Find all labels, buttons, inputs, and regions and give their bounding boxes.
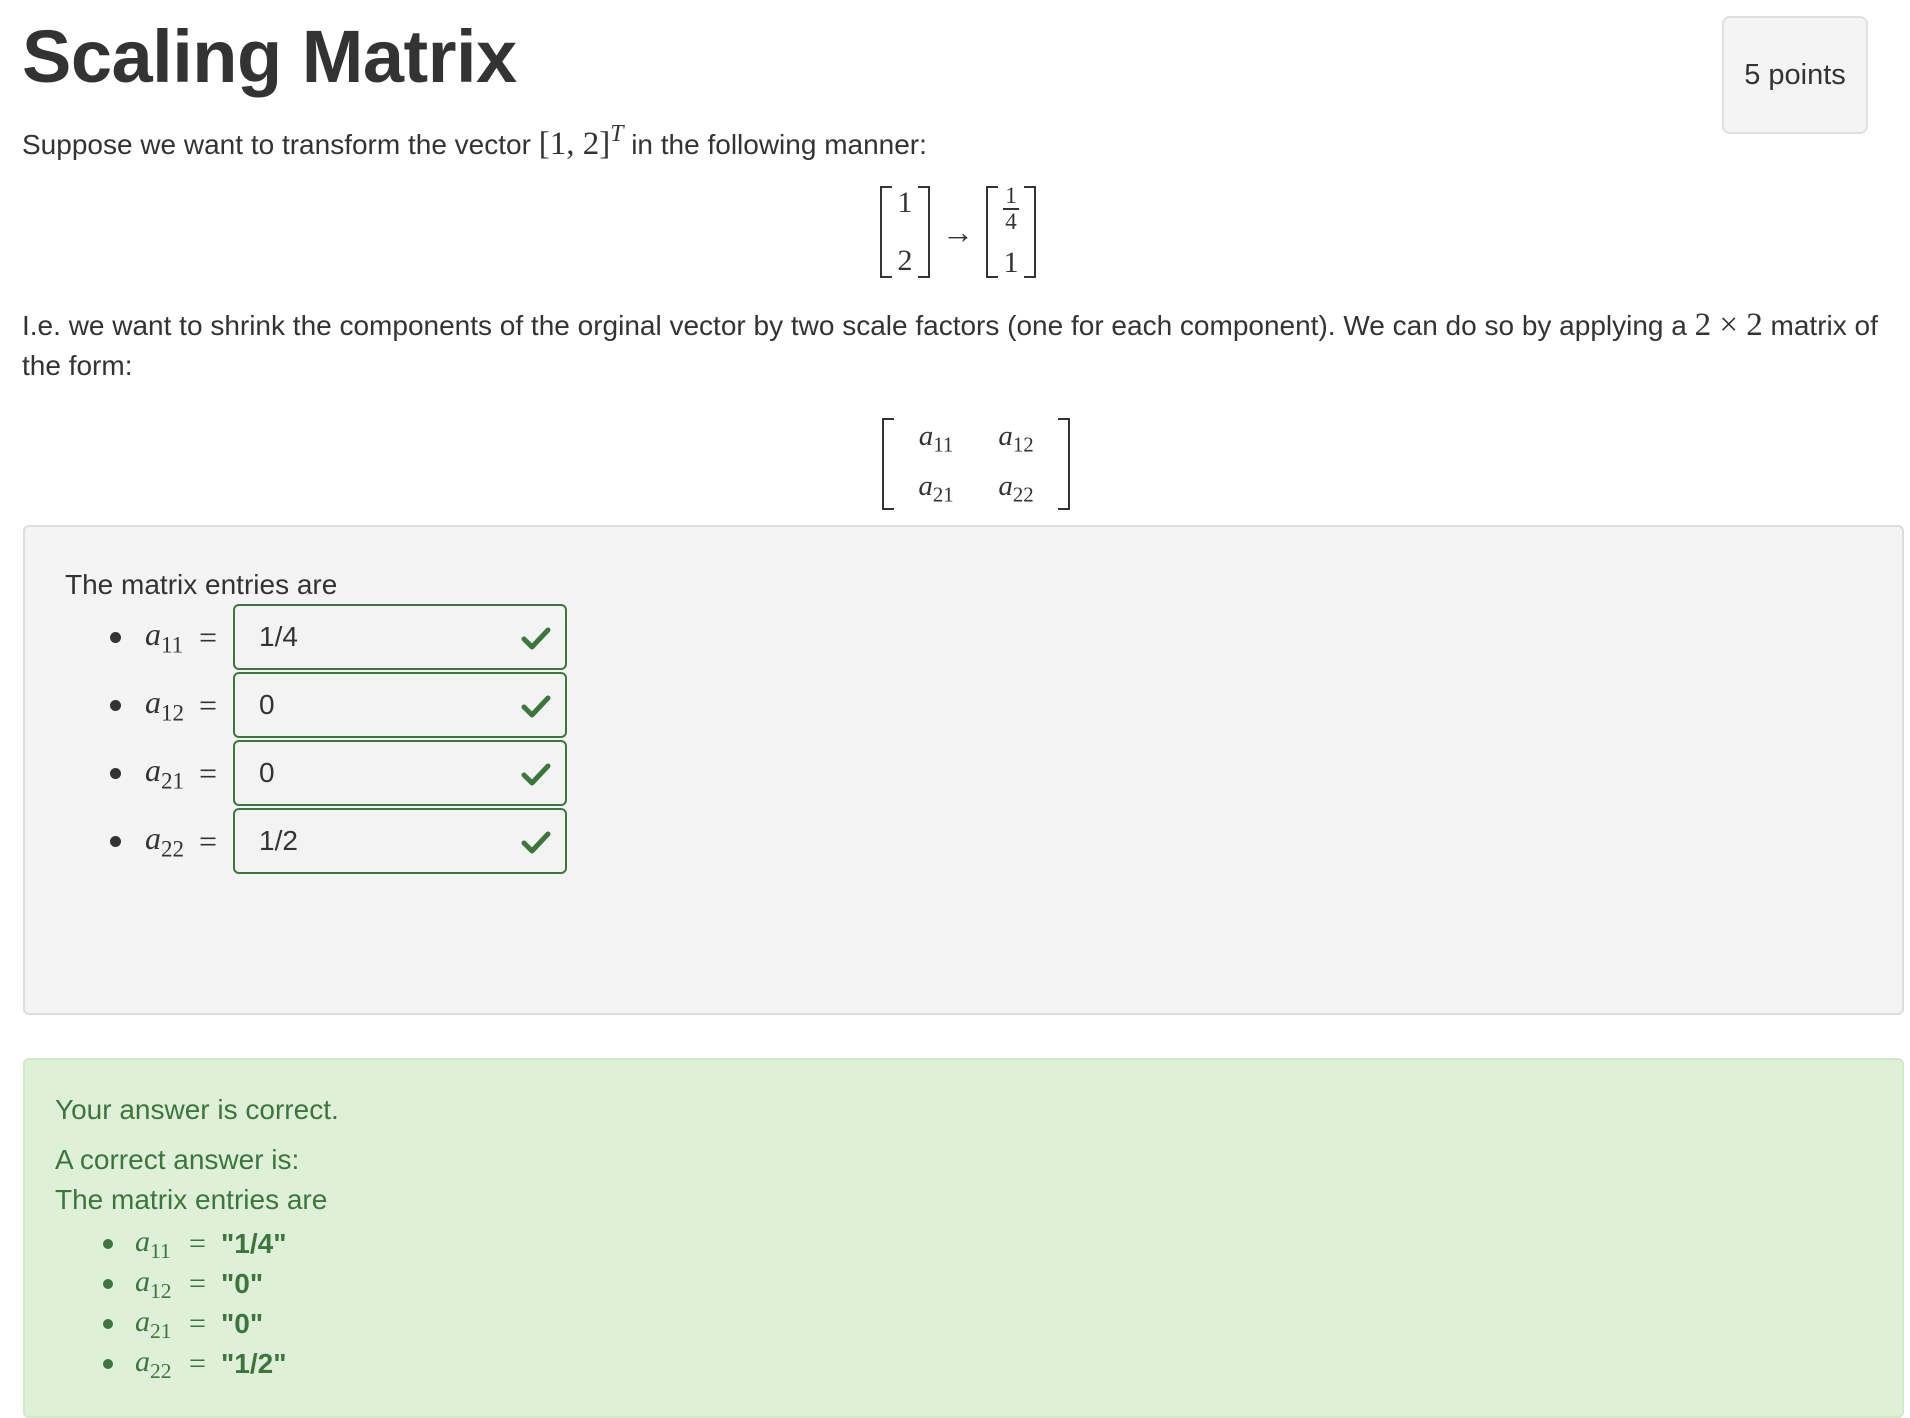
equals-sign: = — [199, 686, 218, 723]
entry-row-a22: a22 = — [110, 807, 567, 875]
equals-sign: = — [199, 618, 218, 655]
matrix-form: a11 a12 a21 a22 — [882, 414, 1070, 514]
matrix-entry-a21: a21 — [918, 470, 954, 507]
answer-input-a22[interactable] — [235, 810, 495, 872]
feedback-panel: Your answer is correct. A correct answer… — [23, 1058, 1904, 1418]
equals-sign: = — [189, 1227, 206, 1260]
check-icon — [521, 695, 551, 718]
equals-sign: = — [189, 1307, 206, 1340]
feedback-value-a22: "1/2" — [221, 1348, 287, 1379]
answer-input-a12[interactable] — [235, 674, 495, 736]
equals-sign: = — [189, 1267, 206, 1300]
feedback-result: Your answer is correct. — [55, 1094, 339, 1125]
bullet — [103, 1319, 113, 1329]
matrix-grid: a11 a12 a21 a22 — [894, 414, 1058, 514]
right-bracket — [918, 186, 930, 278]
transpose-superscript: T — [610, 121, 624, 147]
feedback-row-a12: a12 = "0" — [103, 1264, 263, 1304]
feedback-label-a12: a12 — [135, 1264, 172, 1303]
bullet — [110, 699, 121, 711]
explanation-text-before: I.e. we want to shrink the components of… — [22, 310, 1687, 341]
answer-input-a21[interactable] — [235, 742, 495, 804]
question-intro: The matrix entries are — [65, 569, 338, 600]
target-vector: 1 4 1 — [998, 183, 1024, 279]
bullet — [103, 1359, 113, 1369]
entry-label-a22: a22 — [145, 819, 185, 862]
vector-expression: [1, 2]T — [538, 121, 624, 163]
arrow-icon: → — [942, 213, 974, 250]
feedback-label-a21: a21 — [135, 1304, 172, 1343]
check-icon — [521, 627, 551, 650]
transform-equation: 1 2 → 1 4 1 — [880, 183, 1036, 279]
answer-box-a21 — [233, 740, 567, 806]
matrix-entry-a22: a22 — [998, 470, 1034, 507]
bullet — [110, 835, 121, 847]
source-top: 1 — [897, 186, 913, 219]
source-vector: 1 2 — [892, 188, 918, 276]
question-panel: The matrix entries are a11 = a12 = a21 =… — [23, 525, 1904, 1015]
matrix-size: 2 × 2 — [1694, 307, 1763, 343]
bullet — [103, 1279, 113, 1289]
intro-text-before: Suppose we want to transform the vector — [22, 129, 531, 161]
intro-text-after: in the following manner: — [631, 129, 927, 161]
bullet — [110, 767, 121, 779]
feedback-value-a12: "0" — [221, 1268, 264, 1299]
bullet — [103, 1239, 113, 1249]
right-bracket — [1024, 186, 1036, 278]
feedback-value-a11: "1/4" — [221, 1228, 287, 1259]
entry-row-a21: a21 = — [110, 739, 567, 807]
feedback-row-a11: a11 = "1/4" — [103, 1224, 286, 1264]
entry-row-a11: a11 = — [110, 603, 567, 671]
vector-text: [1, 2] — [538, 126, 611, 163]
feedback-label-a22: a22 — [135, 1344, 172, 1383]
check-icon — [521, 763, 551, 786]
entry-label-a11: a11 — [145, 615, 184, 658]
equals-sign: = — [189, 1347, 206, 1380]
left-bracket — [880, 186, 892, 278]
answer-box-a12 — [233, 672, 567, 738]
explanation-paragraph: I.e. we want to shrink the components of… — [22, 305, 1882, 386]
right-bracket — [1058, 418, 1070, 510]
intro-paragraph: Suppose we want to transform the vector … — [22, 114, 927, 165]
entry-label-a12: a12 — [145, 683, 185, 726]
fraction-one-quarter: 1 4 — [1003, 183, 1019, 234]
check-icon — [521, 831, 551, 854]
matrix-entry-a11: a11 — [918, 420, 954, 457]
source-bottom: 2 — [897, 244, 913, 277]
feedback-row-a21: a21 = "0" — [103, 1304, 263, 1344]
feedback-value-a21: "0" — [221, 1308, 264, 1339]
answer-input-a11[interactable] — [235, 606, 495, 668]
feedback-label-a11: a11 — [135, 1224, 171, 1263]
feedback-row-a22: a22 = "1/2" — [103, 1344, 286, 1384]
page-title: Scaling Matrix — [22, 15, 517, 98]
equals-sign: = — [199, 822, 218, 859]
answer-box-a22 — [233, 808, 567, 874]
correct-answer-label: A correct answer is: — [55, 1144, 300, 1175]
target-bottom: 1 — [1003, 246, 1019, 279]
left-bracket — [986, 186, 998, 278]
fraction-numerator: 1 — [1005, 183, 1017, 208]
points-badge: 5 points — [1722, 16, 1868, 134]
entry-label-a21: a21 — [145, 751, 185, 794]
left-bracket — [882, 418, 894, 510]
matrix-entry-a12: a12 — [998, 420, 1034, 457]
bullet — [110, 631, 121, 643]
feedback-intro: The matrix entries are — [55, 1184, 328, 1215]
entry-row-a12: a12 = — [110, 671, 567, 739]
equals-sign: = — [199, 754, 218, 791]
fraction-denominator: 4 — [1005, 209, 1017, 234]
answer-box-a11 — [233, 604, 567, 670]
